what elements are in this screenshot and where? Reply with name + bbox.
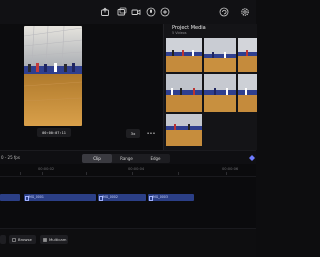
video-preview[interactable] — [24, 26, 82, 126]
timecode-display: 00:00:07:11 — [37, 128, 71, 137]
media-thumbnail[interactable] — [166, 38, 202, 72]
timeline-clip[interactable]: IMG_0002 — [98, 194, 146, 201]
timeline[interactable]: 00:00:02 00:00:04 00:00:06 IMG_0001 IMG_… — [0, 164, 256, 228]
browse-icon — [12, 237, 16, 242]
settings-icon[interactable] — [240, 7, 250, 17]
ruler-label: 00:00:06 — [222, 167, 239, 171]
edit-mode-segmented-control: Clip Range Edge — [82, 154, 170, 163]
edit-controls-bar: 0 - 25 fps Clip Range Edge — [0, 150, 256, 165]
multicam-icon — [43, 237, 47, 242]
panel-subtitle: 5 Videos — [172, 31, 187, 35]
ruler-tick — [132, 172, 133, 175]
browse-button[interactable]: Browse — [9, 235, 36, 244]
top-toolbar — [0, 0, 256, 24]
mode-clip-tab[interactable]: Clip — [82, 154, 112, 163]
media-thumbnail[interactable] — [204, 38, 236, 72]
media-library-icon[interactable] — [117, 7, 127, 17]
side-menu-button[interactable] — [0, 235, 6, 244]
undo-icon[interactable] — [219, 7, 229, 17]
media-thumbnail[interactable] — [238, 38, 257, 72]
timeline-clip[interactable]: IMG_0001 — [24, 194, 96, 201]
video-viewer: 00:00:07:11 3x ••• — [0, 24, 162, 150]
multicam-button[interactable]: Multicam — [40, 235, 68, 244]
ruler-tick — [20, 172, 21, 175]
project-media-panel: Project Media 5 Videos — [163, 24, 257, 150]
browse-label: Browse — [18, 237, 32, 242]
upload-icon[interactable] — [100, 7, 110, 17]
video-icon[interactable] — [131, 7, 141, 17]
keyframe-diamond-icon[interactable] — [249, 155, 255, 161]
media-thumbnail[interactable] — [238, 74, 257, 112]
more-options-icon[interactable]: ••• — [146, 129, 156, 138]
clip-label: IMG_0002 — [102, 195, 118, 199]
clip-label: IMG_0001 — [28, 195, 44, 199]
timeline-ruler: 00:00:02 00:00:04 00:00:06 — [0, 164, 256, 177]
mode-range-tab[interactable]: Range — [112, 154, 141, 163]
ruler-tick — [42, 172, 43, 175]
mode-edge-tab[interactable]: Edge — [141, 154, 170, 163]
ruler-tick — [178, 172, 179, 175]
add-icon[interactable] — [160, 7, 170, 17]
zoom-level-button[interactable]: 3x — [126, 129, 140, 138]
frame-rate-label: 0 - 25 fps — [1, 155, 20, 160]
ruler-tick — [86, 172, 87, 175]
timeline-clip[interactable] — [0, 194, 20, 201]
ruler-label: 00:00:02 — [38, 167, 55, 171]
ruler-label: 00:00:04 — [128, 167, 145, 171]
media-thumbnail[interactable] — [166, 74, 202, 112]
timeline-clip[interactable]: IMG_0003 — [148, 194, 194, 201]
media-thumbnail[interactable] — [166, 114, 202, 146]
bottom-toolbar: Browse Multicam — [0, 228, 256, 257]
multicam-label: Multicam — [49, 237, 67, 242]
clip-label: IMG_0003 — [152, 195, 168, 199]
ruler-tick — [226, 172, 227, 175]
microphone-icon[interactable] — [146, 7, 156, 17]
media-thumbnail[interactable] — [204, 74, 236, 112]
